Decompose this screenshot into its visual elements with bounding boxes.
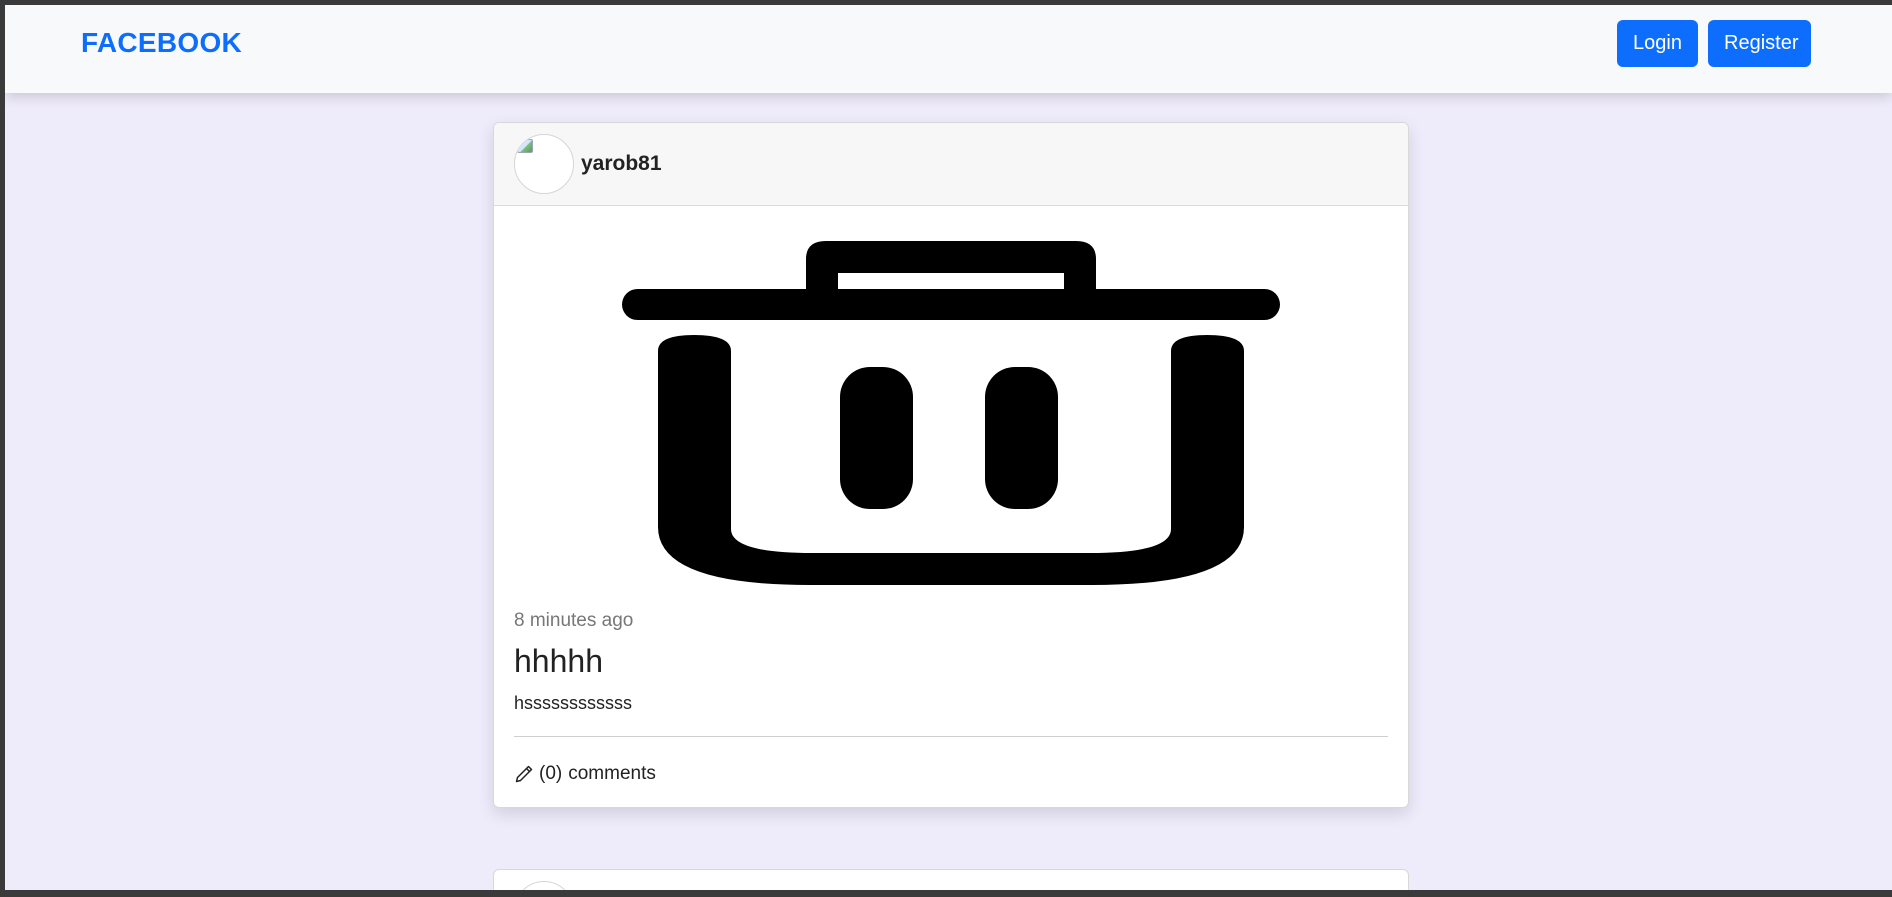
- post-image-trash-icon: [622, 241, 1280, 585]
- trash-lid: [622, 289, 1280, 320]
- page-viewport: FACEBOOK Login Register yarob81 8 minute…: [5, 5, 1892, 890]
- comments-label: comments: [568, 763, 656, 784]
- comments-link[interactable]: (0) comments: [514, 763, 656, 785]
- author-avatar[interactable]: [514, 134, 574, 194]
- top-navbar: FACEBOOK Login Register: [5, 5, 1892, 93]
- trash-body: [658, 335, 1244, 585]
- post-card: yarob81 8 minutes ago hhhhh hsssssssssss…: [493, 122, 1409, 808]
- post-timestamp: 8 minutes ago: [514, 610, 634, 631]
- next-post-avatar: [514, 881, 574, 890]
- post-header: yarob81: [494, 123, 1408, 206]
- login-button[interactable]: Login: [1617, 20, 1698, 67]
- brand-logo[interactable]: FACEBOOK: [81, 27, 242, 59]
- trash-bar-right: [985, 367, 1058, 509]
- trash-bar-left: [840, 367, 913, 509]
- author-username[interactable]: yarob81: [581, 152, 662, 176]
- pencil-icon: [515, 765, 533, 783]
- post-title: hhhhh: [514, 643, 603, 679]
- register-button[interactable]: Register: [1708, 20, 1811, 67]
- next-post-card: [493, 869, 1409, 890]
- post-divider: [514, 736, 1388, 737]
- post-body: hssssssssssss: [514, 693, 633, 713]
- broken-image-icon: [517, 139, 533, 153]
- comments-count: (0): [539, 763, 563, 784]
